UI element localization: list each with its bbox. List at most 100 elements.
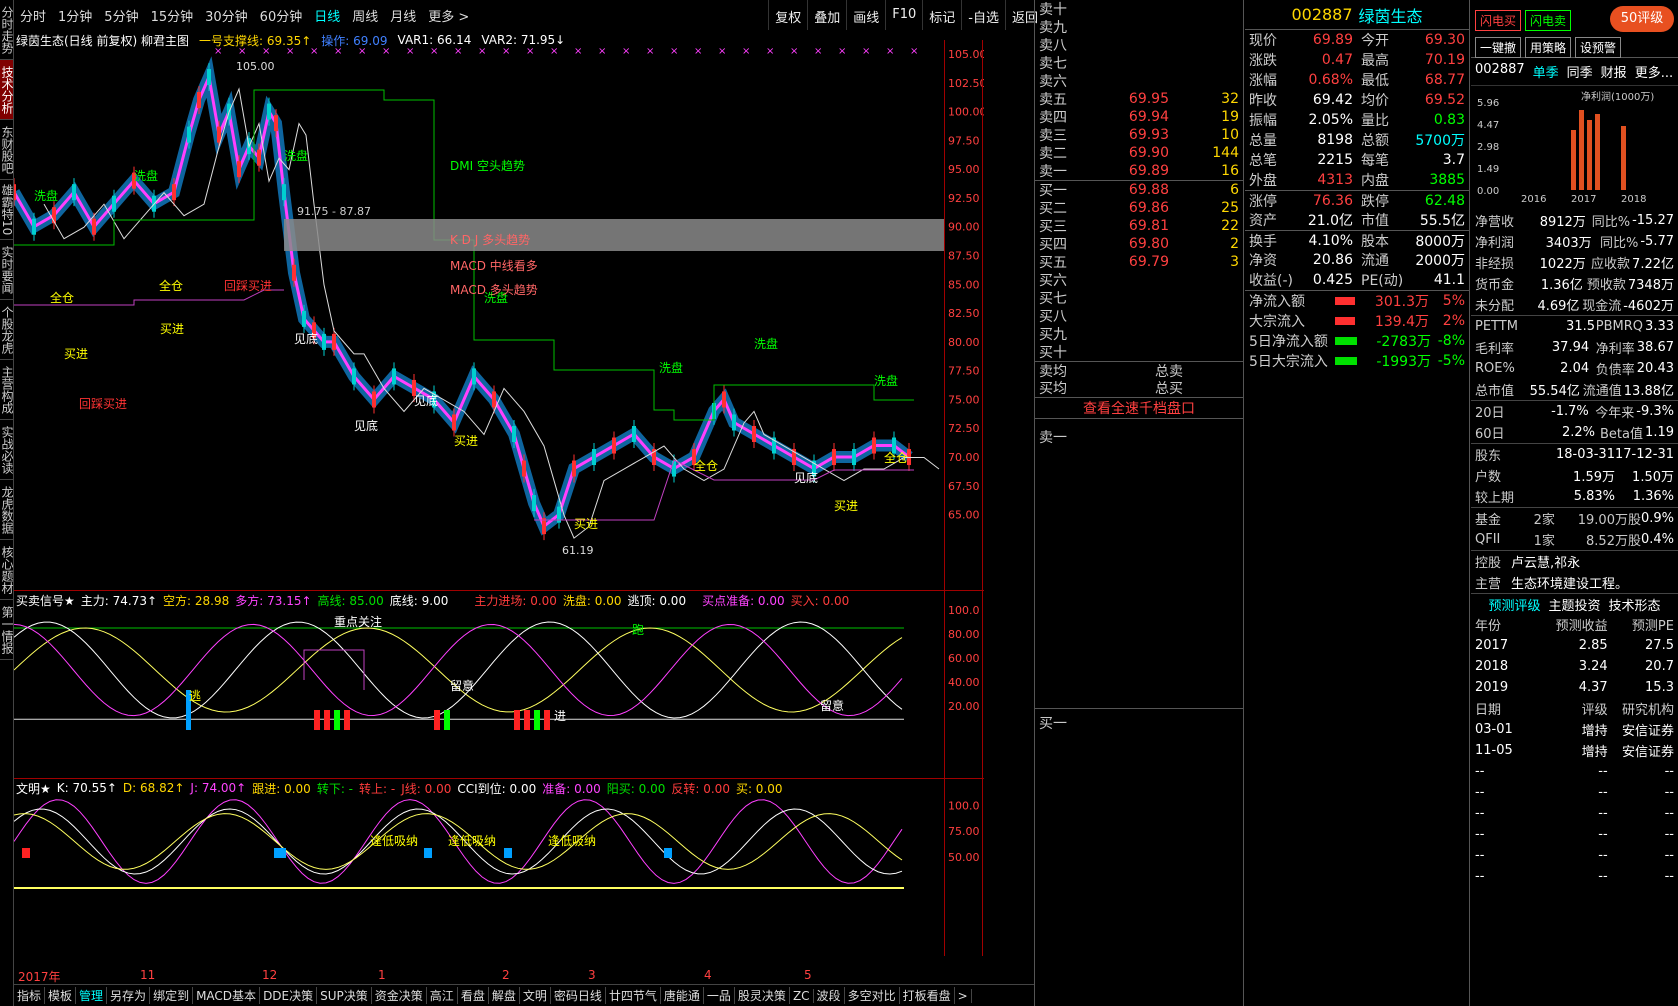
- tab-quarter[interactable]: 单季: [1533, 62, 1559, 81]
- quote-key: 总量: [1249, 133, 1277, 149]
- vtab-2[interactable]: 东财股吧: [0, 120, 13, 180]
- indicator-tab[interactable]: 密码日线: [551, 987, 606, 1004]
- tab-same-quarter[interactable]: 同季: [1567, 62, 1593, 81]
- level-price: 69.94: [1128, 109, 1169, 125]
- overlay-button[interactable]: 叠加: [807, 0, 846, 30]
- price-line: [14, 71, 910, 529]
- forecast-tab[interactable]: 主题投资: [1548, 595, 1600, 614]
- vtab-8[interactable]: 龙虎数据: [0, 480, 13, 540]
- vtab-1[interactable]: 技术分析: [0, 60, 13, 120]
- vtab-9[interactable]: 核心题材: [0, 540, 13, 600]
- draw-button[interactable]: 画线: [846, 0, 885, 30]
- profit-y-tick: 0.00: [1477, 186, 1499, 197]
- indicator-tab[interactable]: 廿四节气: [606, 987, 661, 1004]
- tab-more[interactable]: 更多 >: [422, 6, 475, 25]
- quote-value: 76.36: [1312, 192, 1353, 209]
- f10-cell: 预测收益: [1555, 619, 1608, 634]
- indicator-tab[interactable]: DDE决策: [260, 987, 318, 1004]
- quote-row: 涨幅 0.68% 最低 68.77: [1245, 70, 1469, 90]
- forecast-tab[interactable]: 技术形态: [1609, 595, 1661, 614]
- full-depth-link[interactable]: 查看全速千档盘口: [1035, 397, 1243, 419]
- indicator-tab[interactable]: 股灵决策: [735, 987, 790, 1004]
- logo-badge: 50评级: [1610, 6, 1674, 32]
- indicator-tab[interactable]: 另存为: [107, 987, 151, 1004]
- profit-chart: 净利润(1000万) 5.96 4.47 2.98 1.49 0.00 2016 2017 20…: [1477, 90, 1654, 205]
- vtab-4[interactable]: 实时要闻: [0, 240, 13, 300]
- f10-button[interactable]: F10: [885, 0, 922, 30]
- indicator-tab[interactable]: 唐能通: [661, 987, 704, 1004]
- trend-ribbon: [14, 56, 913, 536]
- flow-bar: [1335, 357, 1357, 365]
- signal-label: 买进: [64, 347, 88, 361]
- indicator-tab[interactable]: 文明: [520, 987, 551, 1004]
- tab-more-f10[interactable]: 更多...: [1635, 62, 1673, 81]
- month-label: 11: [140, 968, 156, 982]
- indicator-tab[interactable]: 多空对比: [845, 987, 900, 1004]
- alert-button[interactable]: 设预警: [1575, 37, 1622, 58]
- f10-row: 毛利率 37.94 净利率 38.67: [1471, 337, 1678, 358]
- indicator-tab[interactable]: 指标: [14, 987, 46, 1004]
- tab-15min[interactable]: 15分钟: [145, 6, 200, 25]
- forecast-tab[interactable]: 预测评级: [1488, 595, 1540, 614]
- vtab-3[interactable]: 雄霸特10: [0, 180, 13, 240]
- flash-buy-button[interactable]: 闪电买: [1475, 10, 1522, 31]
- fuquan-button[interactable]: 复权: [768, 0, 807, 30]
- fund-row: QFII 1家 8.52万股 0.4%: [1471, 529, 1678, 550]
- quote-value: 2000万: [1415, 253, 1465, 269]
- flash-sell-button[interactable]: 闪电卖: [1525, 10, 1572, 31]
- f10-key: 应收款: [1591, 257, 1631, 272]
- holder-key: 股东: [1475, 449, 1502, 464]
- vtab-5[interactable]: 个股龙虎: [0, 300, 13, 360]
- f10-cell: 2.85: [1578, 638, 1608, 653]
- indicator-tab[interactable]: 管理: [76, 987, 108, 1004]
- indicator-tab[interactable]: 看盘: [458, 987, 489, 1004]
- indicator-tab[interactable]: 一品: [704, 987, 735, 1004]
- vtab-7[interactable]: 实战必读: [0, 420, 13, 480]
- mark-button[interactable]: 标记: [922, 0, 961, 30]
- fund-row: 基金 2家 19.00万股 0.9%: [1471, 508, 1678, 529]
- signal-label: 全仓: [694, 458, 718, 473]
- cancel-all-button[interactable]: 一键撤: [1475, 37, 1522, 58]
- quote-row: 涨跌 0.47 最高 70.19: [1245, 50, 1469, 70]
- quote-value: 0.83: [1433, 112, 1465, 128]
- strategy-button[interactable]: 用策略: [1525, 37, 1572, 58]
- tab-weekly[interactable]: 周线: [346, 6, 384, 25]
- indicator-tab[interactable]: SUP决策: [317, 987, 372, 1004]
- f10-cell: 3.24: [1578, 659, 1608, 674]
- signal-marker: [504, 848, 512, 858]
- indicator-tab[interactable]: >: [955, 988, 972, 1003]
- f10-cell: --: [1664, 827, 1674, 842]
- indicator-tab[interactable]: 模板: [45, 987, 77, 1004]
- vtab-0[interactable]: 分时走势: [0, 0, 13, 60]
- level-volume: 3: [1230, 254, 1239, 270]
- kline-chart[interactable]: 105.00 102.50 100.00 97.50 95.00 92.50 90.00 87…: [14, 40, 984, 956]
- indicator-tab[interactable]: MACD基本: [193, 987, 261, 1004]
- tab-30min[interactable]: 30分钟: [199, 6, 254, 25]
- quote-row: 总笔 2215 每笔 3.7: [1245, 150, 1469, 170]
- tab-1min[interactable]: 1分钟: [52, 6, 98, 25]
- indicator-tab[interactable]: 资金决策: [372, 987, 427, 1004]
- tab-60min[interactable]: 60分钟: [254, 6, 309, 25]
- sell-level: 卖一 69.89 16: [1035, 162, 1243, 180]
- tab-fenshi[interactable]: 分时: [14, 6, 52, 25]
- indicator-tab[interactable]: 高江: [427, 987, 458, 1004]
- tab-report[interactable]: 财报: [1601, 62, 1627, 81]
- quote-row: 收益(-) 0.425 PE(动) 41.1: [1245, 270, 1469, 290]
- vtab-6[interactable]: 主营构成: [0, 360, 13, 420]
- tab-5min[interactable]: 5分钟: [98, 6, 144, 25]
- tab-daily[interactable]: 日线: [308, 6, 346, 25]
- f10-table-row: 日期 评级 研究机构: [1471, 698, 1678, 719]
- indicator-tab[interactable]: 绑定到: [150, 987, 194, 1004]
- tab-monthly[interactable]: 月线: [384, 6, 422, 25]
- f10-key: Beta值: [1600, 427, 1643, 442]
- watchlist-button[interactable]: -自选: [961, 0, 1005, 30]
- flow-row: 5日大宗流入 -1993万 -5%: [1245, 351, 1469, 371]
- quote-value: 0.47: [1321, 52, 1353, 68]
- indicator-tab[interactable]: 打板看盘: [900, 987, 955, 1004]
- zljc-value: 主力进场: 0.00: [474, 593, 557, 608]
- quote-key: 每笔: [1361, 153, 1389, 169]
- vtab-10[interactable]: 第一情报: [0, 600, 13, 660]
- indicator-tab[interactable]: 解盘: [489, 987, 520, 1004]
- indicator-tab[interactable]: ZC: [790, 988, 814, 1003]
- indicator-tab[interactable]: 波段: [814, 987, 845, 1004]
